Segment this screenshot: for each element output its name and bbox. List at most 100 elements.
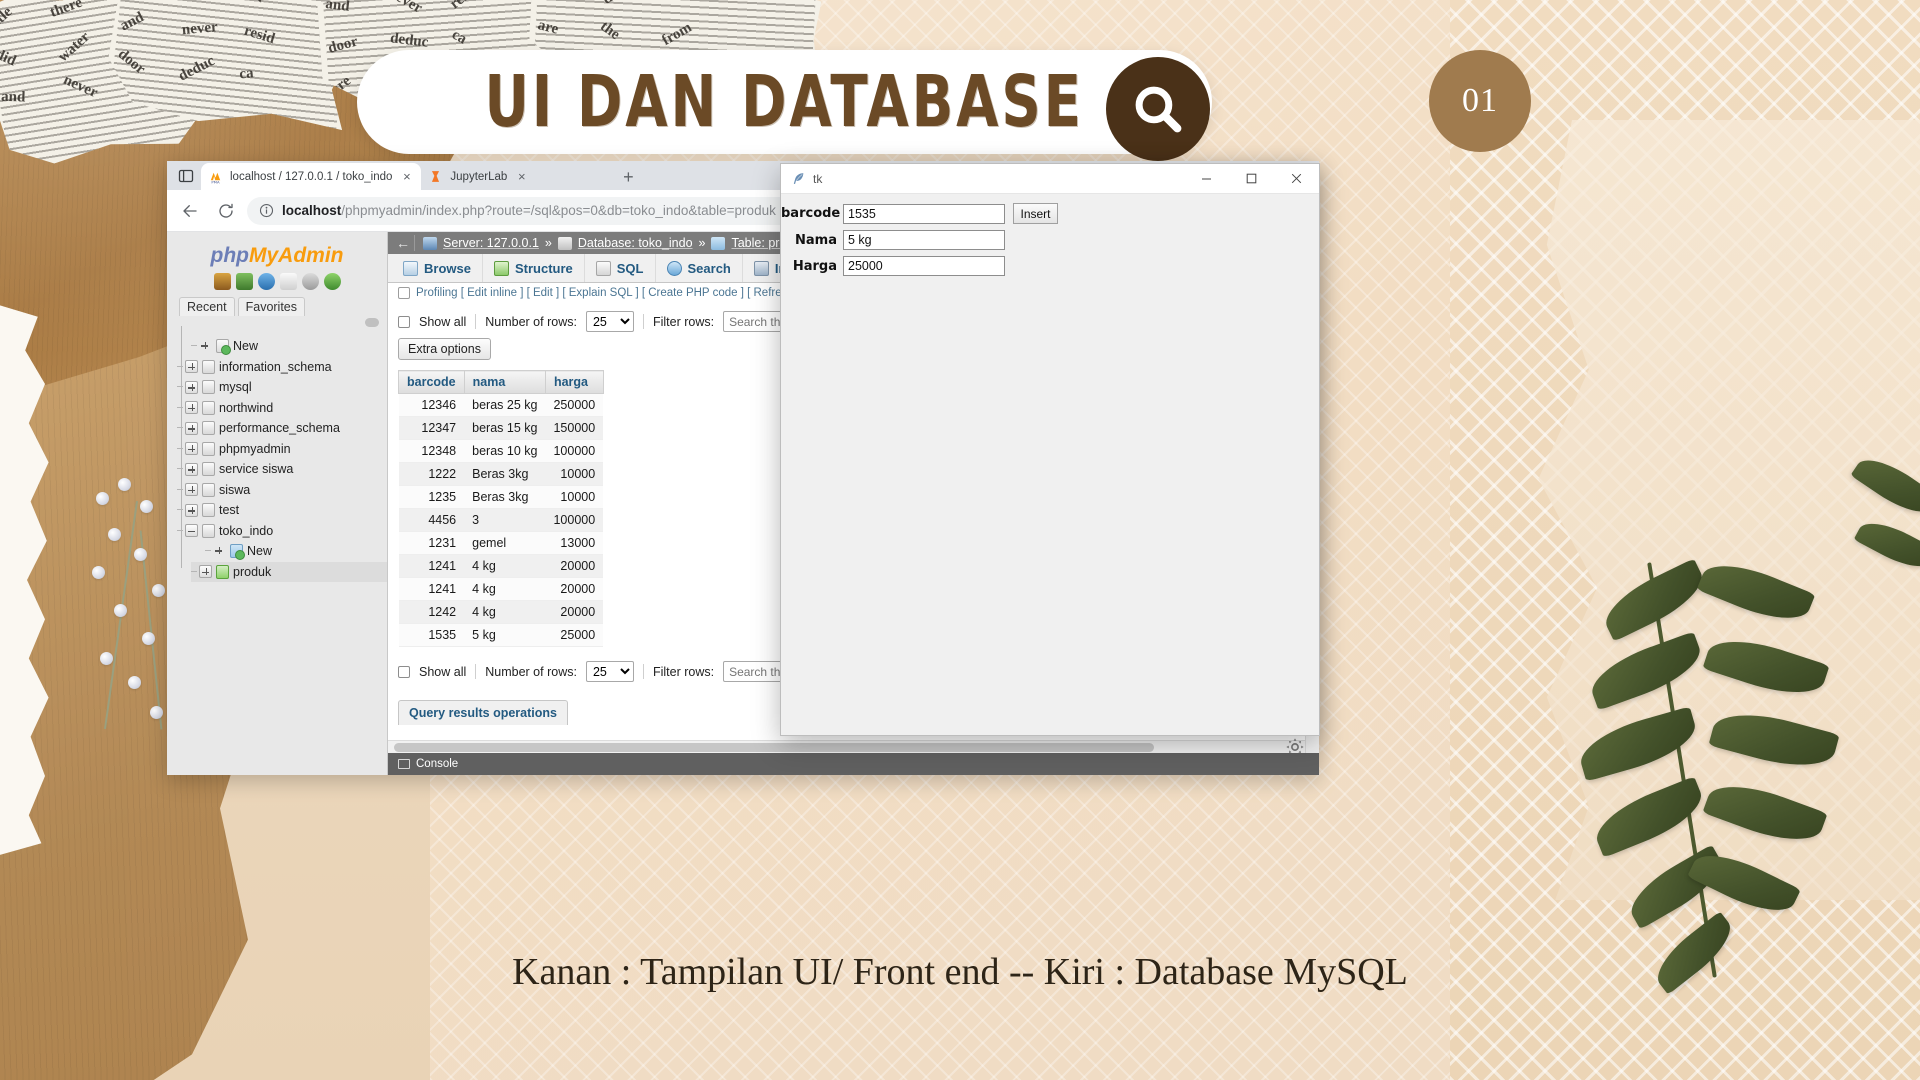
new-tab-button[interactable]: + xyxy=(615,164,641,190)
tree-item-new[interactable]: New xyxy=(191,336,387,357)
query-results-operations[interactable]: Query results operations xyxy=(398,700,568,725)
tab-label: Browse xyxy=(424,260,471,276)
expand-toggle-icon[interactable] xyxy=(185,503,198,517)
tab-list-glyph xyxy=(178,169,194,182)
docs-icon[interactable] xyxy=(257,273,275,290)
tab-list-icon[interactable] xyxy=(171,161,201,190)
tree-item-toko-indo[interactable]: toko_indo xyxy=(177,521,387,542)
breadcrumb-database[interactable]: Database: toko_indo xyxy=(578,236,693,250)
table-row[interactable]: 1242 4 kg 20000 xyxy=(398,600,604,624)
expand-toggle-icon[interactable] xyxy=(185,401,198,415)
column-header-barcode[interactable]: barcode xyxy=(398,370,465,394)
table-row[interactable]: 1235 Beras 3kg 10000 xyxy=(398,485,604,509)
tree-item-test[interactable]: test xyxy=(177,500,387,521)
breadcrumb-separator: » xyxy=(544,236,552,250)
table-row[interactable]: 12346 beras 25 kg 250000 xyxy=(398,393,604,417)
table-row[interactable]: 1231 gemel 13000 xyxy=(398,531,604,555)
maximize-icon[interactable] xyxy=(1229,164,1274,194)
table-icon xyxy=(711,236,726,250)
table-cell-barcode: 1241 xyxy=(398,577,465,601)
tree-item-phpmyadmin[interactable]: phpmyadmin xyxy=(177,439,387,460)
collapse-toggle-icon[interactable] xyxy=(185,524,198,538)
profiling-text: Profiling [ Edit inline ] [ Edit ] [ Exp… xyxy=(416,287,801,299)
browser-tab-title: localhost / 127.0.0.1 / toko_indo xyxy=(230,170,393,183)
tk-input-harga[interactable]: 25000 xyxy=(843,256,1005,276)
tk-input-barcode[interactable]: 1535 xyxy=(843,203,1005,224)
column-header-harga[interactable]: harga xyxy=(544,370,604,394)
column-header-nama[interactable]: nama xyxy=(463,370,546,394)
show-all-label: Show all xyxy=(419,664,467,679)
url-path: /phpmyadmin/index.php?route=/sql&pos=0&d… xyxy=(341,203,776,218)
tab-browse[interactable]: Browse xyxy=(392,254,483,282)
breadcrumb-server[interactable]: Server: 127.0.0.1 xyxy=(443,236,539,250)
tree-item-northwind[interactable]: northwind xyxy=(177,398,387,419)
horizontal-scrollbar[interactable] xyxy=(388,740,1305,753)
table-row[interactable]: 12348 beras 10 kg 100000 xyxy=(398,439,604,463)
expand-toggle-icon[interactable] xyxy=(185,421,198,435)
db-icon xyxy=(202,482,215,497)
tab-recent[interactable]: Recent xyxy=(179,297,235,316)
table-row[interactable]: 1241 4 kg 20000 xyxy=(398,577,604,601)
tab-favorites[interactable]: Favorites xyxy=(237,297,306,316)
page-number-badge: 01 xyxy=(1429,50,1531,152)
minimize-icon[interactable] xyxy=(1184,164,1229,194)
search-icon xyxy=(666,260,682,276)
tab-search[interactable]: Search xyxy=(656,254,743,282)
close-icon[interactable]: × xyxy=(399,169,414,184)
phpmyadmin-logo[interactable]: phpMyAdmin xyxy=(167,232,387,273)
table-cell-harga: 100000 xyxy=(545,508,604,532)
sql-docs-icon[interactable] xyxy=(279,273,297,290)
table-cell-nama: 5 kg xyxy=(464,623,546,647)
tk-input-nama[interactable]: 5 kg xyxy=(843,230,1005,250)
tree-item-mysql[interactable]: mysql xyxy=(177,377,387,398)
expand-toggle-icon[interactable] xyxy=(185,442,198,456)
db-icon xyxy=(202,421,215,436)
tree-item-label: test xyxy=(219,503,240,518)
expand-toggle-icon[interactable] xyxy=(185,462,198,476)
show-all-checkbox[interactable] xyxy=(398,315,410,328)
search-icon-circle[interactable] xyxy=(1106,57,1210,161)
close-icon[interactable]: × xyxy=(514,169,529,184)
table-row[interactable]: 12347 beras 15 kg 150000 xyxy=(398,416,604,440)
rows-per-page-select[interactable]: 2550100250500 xyxy=(585,311,634,332)
expand-toggle-icon[interactable] xyxy=(185,360,198,374)
logout-icon[interactable] xyxy=(235,273,253,290)
home-icon[interactable] xyxy=(213,273,231,290)
tree-item-new[interactable]: New xyxy=(205,541,387,562)
table-row[interactable]: 1535 5 kg 25000 xyxy=(398,623,604,647)
settings-icon[interactable] xyxy=(301,273,319,290)
browser-tab-jupyterlab[interactable]: JupyterLab × xyxy=(421,163,612,190)
insert-button[interactable]: Insert xyxy=(1013,203,1058,224)
rows-per-page-select[interactable]: 2550100250500 xyxy=(585,661,634,682)
reload-icon[interactable] xyxy=(211,196,241,226)
tab-structure[interactable]: Structure xyxy=(483,254,585,282)
back-arrow-icon[interactable] xyxy=(175,196,205,226)
tree-item-label: siswa xyxy=(219,482,251,497)
show-all-checkbox[interactable] xyxy=(398,665,410,678)
browser-tab-phpmyadmin[interactable]: PMA localhost / 127.0.0.1 / toko_indo × xyxy=(201,163,422,190)
tree-item-produk[interactable]: produk xyxy=(191,561,387,582)
db-icon xyxy=(202,400,215,415)
browse-icon xyxy=(403,260,418,276)
profiling-checkbox[interactable] xyxy=(398,287,410,299)
expand-toggle-icon[interactable] xyxy=(185,483,198,497)
browser-tab-title: JupyterLab xyxy=(450,170,508,183)
tree-item-information-schema[interactable]: information_schema xyxy=(177,357,387,378)
table-row[interactable]: 1241 4 kg 20000 xyxy=(398,554,604,578)
tree-item-performance-schema[interactable]: performance_schema xyxy=(177,418,387,439)
tab-sql[interactable]: SQL xyxy=(585,254,656,282)
console-bar[interactable]: Console xyxy=(388,753,1319,775)
expand-toggle-icon[interactable] xyxy=(199,565,212,579)
table-cell-barcode: 12348 xyxy=(398,439,465,463)
tree-item-siswa[interactable]: siswa xyxy=(177,480,387,501)
table-cell-nama: Beras 3kg xyxy=(464,462,546,486)
window-controls xyxy=(1184,164,1319,194)
table-row[interactable]: 1222 Beras 3kg 10000 xyxy=(398,462,604,486)
table-row[interactable]: 4456 3 100000 xyxy=(398,508,604,532)
close-icon[interactable] xyxy=(1274,164,1319,194)
tree-item-service-siswa[interactable]: service siswa xyxy=(177,459,387,480)
breadcrumb-back-arrow[interactable]: ← xyxy=(396,235,415,251)
refresh-icon[interactable] xyxy=(323,273,341,290)
extra-options-button[interactable]: Extra options xyxy=(398,338,491,360)
expand-toggle-icon[interactable] xyxy=(185,380,198,394)
